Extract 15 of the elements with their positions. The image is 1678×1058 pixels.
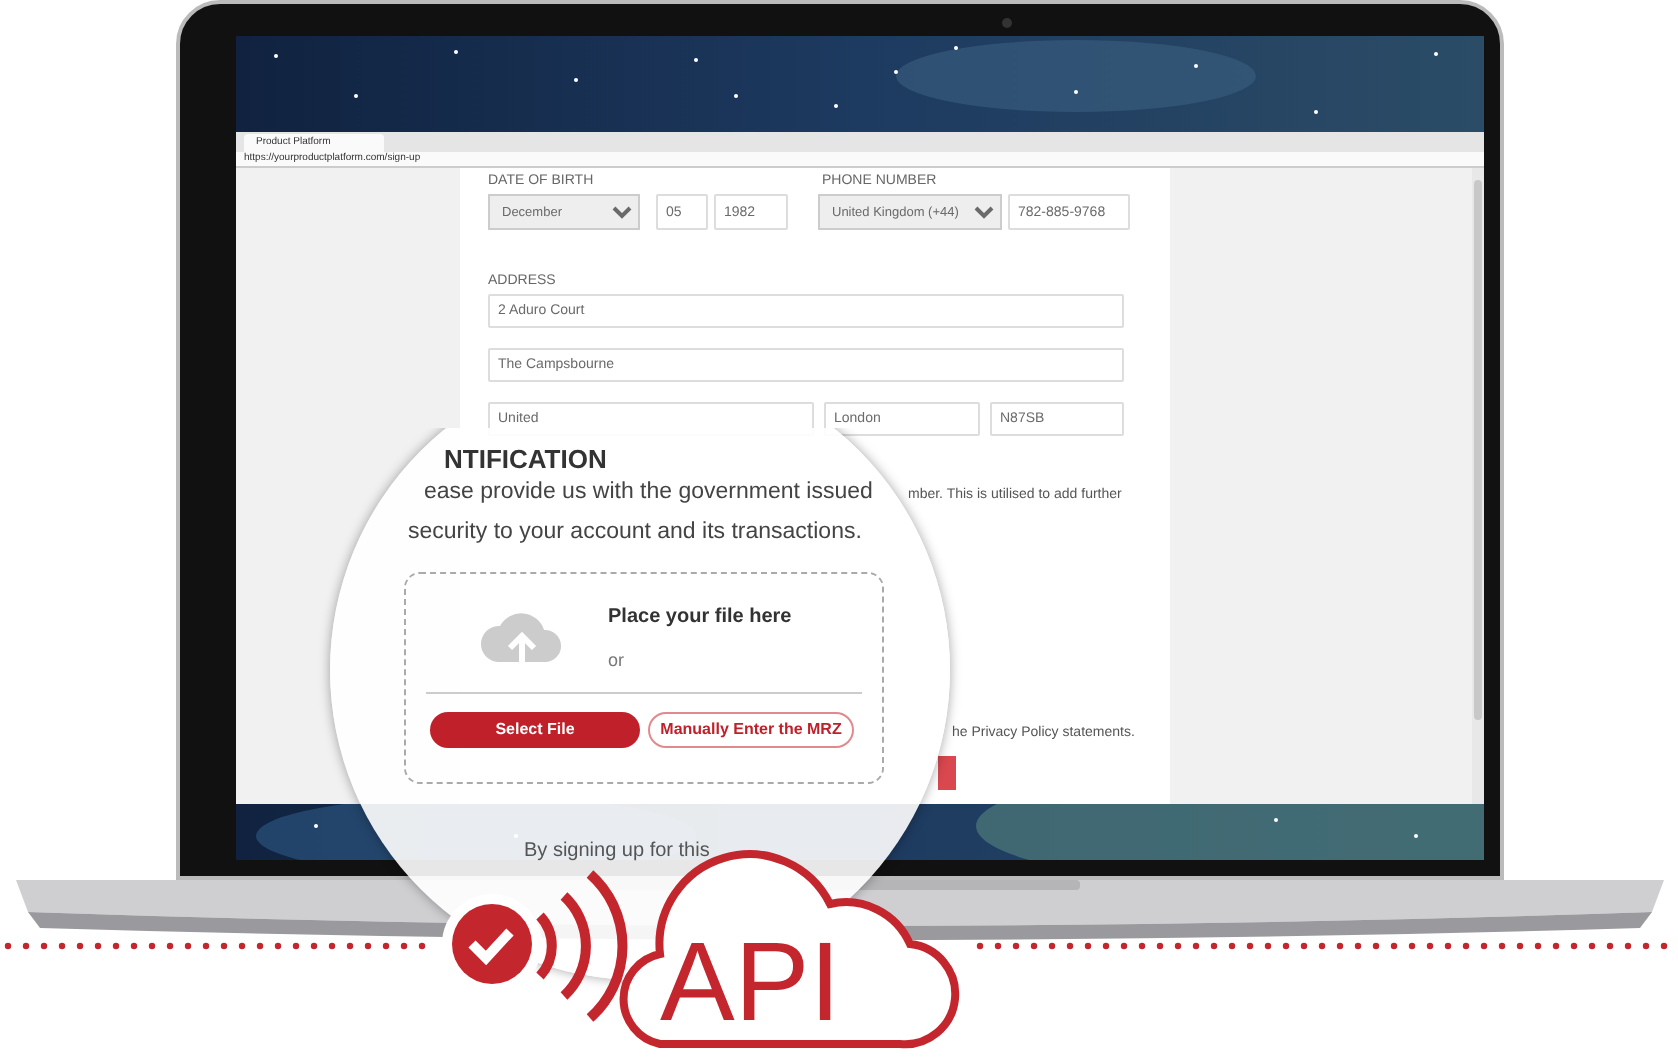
body-text: ease provide us with the government issued (424, 478, 873, 508)
scrollbar[interactable] (1472, 168, 1484, 804)
footer-text: By signing up for this (524, 838, 710, 866)
select-file-button[interactable]: Select File (430, 711, 640, 747)
logo-text: API (660, 918, 841, 1044)
manual-entry-button[interactable]: Manually Enter the MRZ (648, 711, 854, 747)
signal-waves-icon (536, 870, 628, 1022)
section-heading: NTIFICATION (444, 444, 607, 476)
drop-title: Place your file here (608, 604, 792, 632)
drop-zone[interactable]: Place your file here or Select File Manually Enter the MRZ (404, 572, 884, 784)
scrollbar-thumb[interactable] (1474, 180, 1482, 720)
camera-icon (1002, 18, 1012, 28)
or-text: or (608, 648, 627, 674)
submit-button[interactable] (938, 756, 956, 790)
body-text: security to your account and its transactions. (408, 518, 862, 548)
